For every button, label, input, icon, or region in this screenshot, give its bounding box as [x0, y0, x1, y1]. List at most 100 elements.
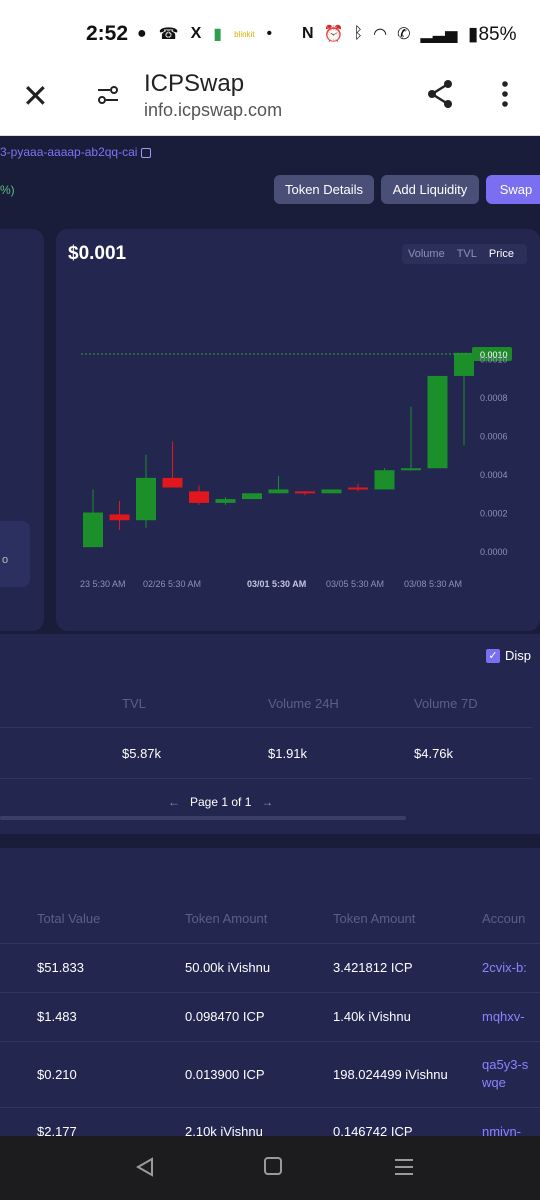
token-details-button[interactable]: Token Details — [274, 175, 374, 204]
more-options-icon[interactable] — [498, 80, 512, 108]
divider — [0, 992, 540, 993]
header-total-value[interactable]: Total Value — [37, 911, 100, 926]
x-icon: X — [190, 25, 202, 42]
volume-7d-value: $4.76k — [414, 746, 454, 761]
copy-icon[interactable] — [141, 147, 152, 158]
swap-button[interactable]: Swap — [486, 175, 540, 204]
x-tick-label: 23 5:30 AM — [80, 579, 126, 589]
token-address: 3-pyaaa-aaaap-ab2qq-cai — [0, 145, 152, 159]
recents-icon[interactable] — [394, 1156, 414, 1178]
share-icon[interactable] — [424, 78, 456, 110]
candle-body[interactable] — [321, 489, 342, 494]
candle-body[interactable] — [295, 491, 315, 494]
tx-account-link[interactable]: mqhxv- — [482, 1009, 525, 1024]
prev-page-button[interactable]: ← — [168, 795, 180, 809]
y-tick-label: 0.0008 — [480, 393, 508, 403]
header-token-amount-2[interactable]: Token Amount — [333, 911, 415, 926]
token-info-card: o — [0, 229, 44, 631]
mini-card-text: o — [2, 554, 9, 566]
display-checkbox[interactable]: ✓ — [486, 649, 500, 663]
mini-card[interactable]: o — [0, 521, 30, 587]
tx-token-amount: 3.421812 ICP — [333, 960, 413, 975]
x-tick-label: 03/08 5:30 AM — [404, 579, 462, 589]
x-tick-label: 03/05 5:30 AM — [326, 579, 384, 589]
back-icon[interactable] — [134, 1156, 156, 1178]
divider — [0, 727, 532, 728]
y-tick-label: 0.0004 — [480, 470, 508, 480]
candle-body[interactable] — [427, 375, 448, 469]
candle-body[interactable] — [242, 493, 262, 500]
x-tick-label: 03/01 5:30 AM — [247, 579, 306, 589]
battery-level: ▮85% — [468, 24, 517, 45]
close-icon[interactable]: ✕ — [22, 80, 49, 112]
display-checkbox-label: Disp — [505, 648, 532, 663]
signal-icon: ▂▃▅ — [420, 26, 458, 43]
chat-icon: ● — [137, 25, 147, 42]
tx-account-link-wrap[interactable]: wqe — [482, 1075, 506, 1090]
header-volume-24h[interactable]: Volume 24H — [268, 696, 339, 711]
browser-header: ✕ ICPSwap info.icpswap.com — [0, 66, 540, 136]
divider — [0, 778, 532, 779]
pagination: ← Page 1 of 1 → — [168, 795, 278, 809]
system-navigation-bar — [0, 1136, 540, 1200]
y-tick-label: 0.0006 — [480, 432, 508, 442]
candle-body[interactable] — [401, 468, 421, 471]
volume-24h-value: $1.91k — [268, 746, 308, 761]
tx-total-value: $51.833 — [37, 960, 84, 975]
tx-total-value: $1.483 — [37, 1009, 77, 1024]
candlestick-chart[interactable]: 0.0010 0.00100.00080.00060.00040.00020.0… — [56, 229, 540, 631]
alarm-icon: ⏰ — [323, 26, 344, 43]
divider — [0, 1041, 540, 1042]
candle-body[interactable] — [83, 512, 103, 548]
candle-body[interactable] — [374, 470, 395, 490]
candle-body[interactable] — [454, 352, 474, 376]
tx-account-link[interactable]: qa5y3-s — [482, 1057, 528, 1072]
wifi-icon: ◠ — [373, 26, 388, 43]
x-tick-label: 02/26 5:30 AM — [143, 579, 201, 589]
status-time: 2:52 — [86, 22, 129, 45]
page-url[interactable]: info.icpswap.com — [144, 100, 282, 121]
tx-token-amount: 198.024499 iVishnu — [333, 1067, 448, 1082]
candle-body[interactable] — [189, 491, 209, 503]
tx-account-link[interactable]: 2cvix-b: — [482, 960, 527, 975]
tx-token-amount: 1.40k iVishnu — [333, 1009, 411, 1024]
header-tvl[interactable]: TVL — [122, 696, 146, 711]
tx-token-amount: 0.098470 ICP — [185, 1009, 265, 1024]
notification-icons: ● ☎ X ▮ blinkit • — [137, 24, 272, 44]
blinkit-icon: blinkit — [234, 29, 255, 39]
candle-body[interactable] — [109, 514, 130, 521]
candle-body[interactable] — [348, 487, 368, 490]
battery-saver-icon: ▮ — [213, 26, 223, 43]
system-icons: N ⏰ ᛒ ◠ ✆ ▂▃▅ — [302, 24, 457, 44]
page-title: ICPSwap — [144, 70, 245, 97]
site-settings-icon[interactable] — [96, 84, 120, 106]
address-text: 3-pyaaa-aaaap-ab2qq-cai — [0, 145, 138, 159]
header-account[interactable]: Accoun — [482, 911, 525, 926]
y-tick-label: 0.0010 — [480, 355, 508, 365]
header-token-amount-1[interactable]: Token Amount — [185, 911, 267, 926]
transactions-card — [0, 848, 540, 1148]
header-volume-7d[interactable]: Volume 7D — [414, 696, 478, 711]
wifi-call-icon: ✆ — [397, 26, 411, 43]
candle-body[interactable] — [136, 477, 156, 521]
tvl-value: $5.87k — [122, 746, 162, 761]
price-change: %) — [0, 183, 15, 197]
tx-token-amount: 50.00k iVishnu — [185, 960, 271, 975]
page-indicator: Page 1 of 1 — [190, 795, 252, 809]
home-icon[interactable] — [264, 1157, 282, 1175]
y-tick-label: 0.0002 — [480, 509, 508, 519]
y-tick-label: 0.0000 — [480, 547, 508, 557]
dot-icon: • — [266, 25, 273, 42]
missed-call-icon: ☎ — [158, 26, 179, 43]
next-page-button[interactable]: → — [261, 795, 273, 809]
tx-total-value: $0.210 — [37, 1067, 77, 1082]
candle-body[interactable] — [215, 499, 236, 503]
tx-token-amount: 0.013900 ICP — [185, 1067, 265, 1082]
add-liquidity-button[interactable]: Add Liquidity — [381, 175, 479, 204]
bluetooth-icon: ᛒ — [353, 25, 364, 42]
nfc-icon: N — [302, 25, 314, 42]
candle-body[interactable] — [268, 489, 289, 494]
status-bar: 2:52 ● ☎ X ▮ blinkit • N ⏰ ᛒ ◠ ✆ ▂▃▅ ▮85… — [0, 0, 540, 66]
candle-body[interactable] — [162, 477, 183, 488]
horizontal-scrollbar[interactable] — [0, 816, 406, 820]
